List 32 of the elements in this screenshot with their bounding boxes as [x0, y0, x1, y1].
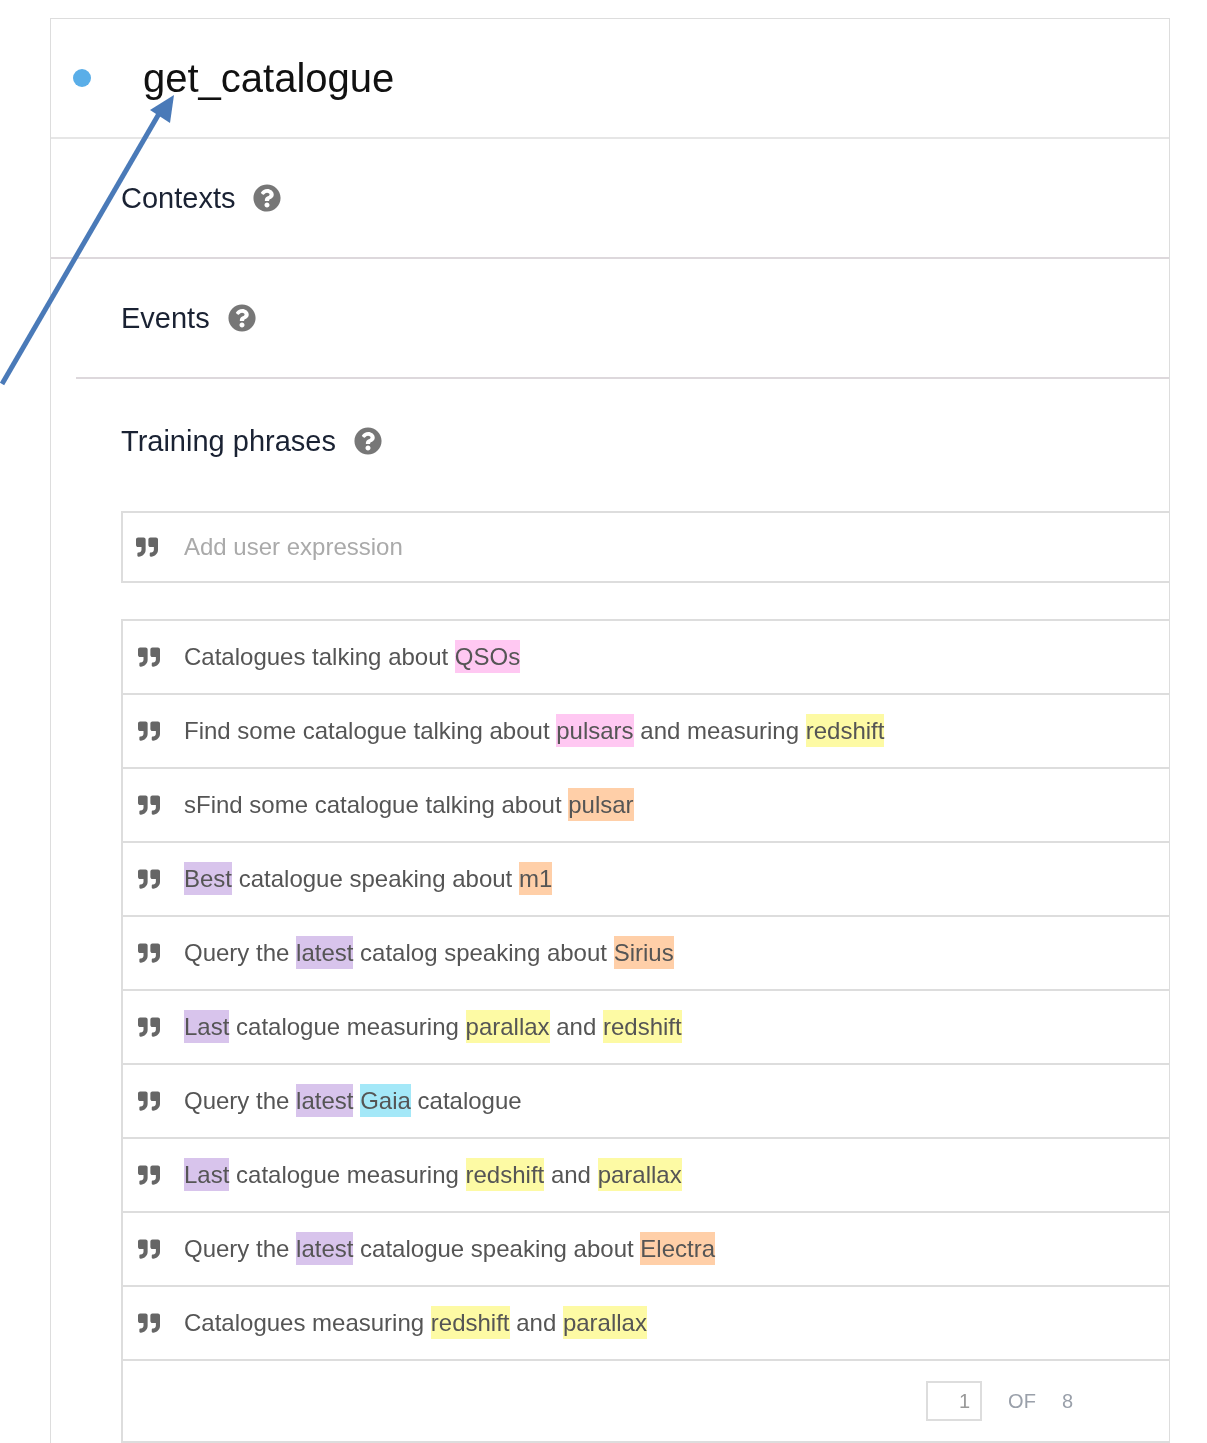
help-icon[interactable] — [353, 427, 382, 455]
training-phrase[interactable]: Last catalogue measuring parallax and redshift — [184, 1013, 682, 1041]
section-title: Events — [121, 301, 210, 335]
training-phrase[interactable]: Last catalogue measuring redshift and parallax — [184, 1161, 682, 1189]
help-icon[interactable] — [227, 304, 256, 332]
training-phrase[interactable]: sFind some catalogue talking about pulsar — [184, 791, 634, 819]
training-phrase[interactable]: Query the latest Gaia catalogue — [184, 1087, 522, 1115]
quote-icon — [138, 868, 160, 890]
quote-icon — [138, 646, 160, 668]
section-title: Contexts — [121, 181, 236, 215]
quote-icon — [136, 536, 158, 558]
quote-icon — [138, 942, 160, 964]
quote-icon — [138, 1090, 160, 1112]
intent-title: get_catalogue — [143, 55, 395, 101]
section-title: Training phrases — [121, 424, 336, 458]
status-dot — [73, 69, 91, 87]
quote-icon — [138, 1238, 160, 1260]
help-icon[interactable] — [253, 184, 282, 212]
training-phrase[interactable]: Find some catalogue talking about pulsars and measuring redshift — [184, 717, 885, 745]
quote-icon — [138, 1164, 160, 1186]
training-phrase[interactable]: Catalogues talking about QSOs — [184, 643, 521, 671]
page-total: 8 — [1061, 1389, 1073, 1413]
training-phrase[interactable]: Query the latest catalogue speaking about Electra — [184, 1235, 716, 1263]
training-phrase[interactable]: Query the latest catalog speaking about Sirius — [184, 939, 674, 967]
of-label: OF — [1008, 1389, 1036, 1413]
quote-icon — [138, 794, 160, 816]
quote-icon — [138, 1312, 160, 1334]
training-phrase[interactable]: Best catalogue speaking about m1 — [184, 865, 553, 893]
quote-icon — [138, 720, 160, 742]
quote-icon — [138, 1016, 160, 1038]
expression-input[interactable]: Add user expression — [121, 511, 1169, 583]
training-phrase[interactable]: Catalogues measuring redshift and parallax — [184, 1309, 647, 1337]
